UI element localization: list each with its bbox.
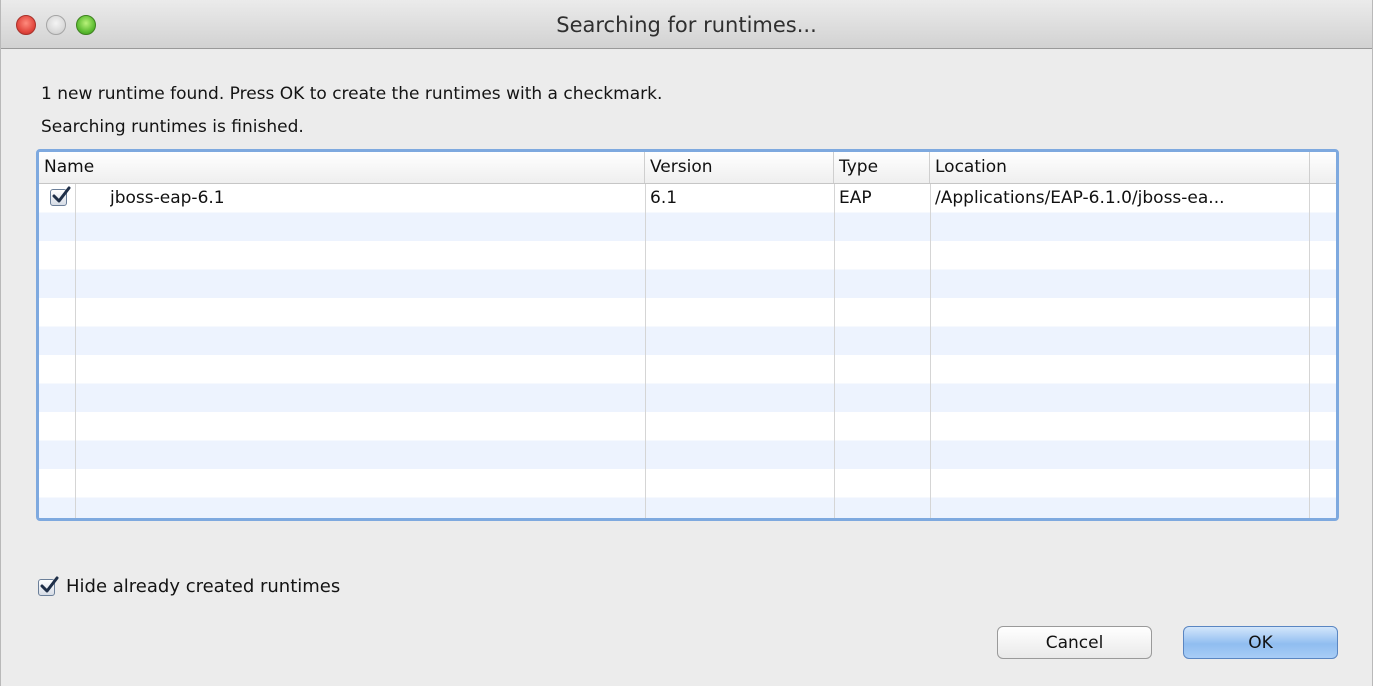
ok-button[interactable]: OK: [1183, 626, 1338, 659]
column-divider: [930, 184, 931, 518]
window-title: Searching for runtimes...: [556, 13, 817, 37]
row-checkbox[interactable]: [50, 186, 71, 206]
table-header: Name Version Type Location: [39, 152, 1336, 184]
found-message: 1 new runtime found. Press OK to create …: [41, 84, 663, 104]
column-header-name[interactable]: Name: [39, 152, 645, 183]
cancel-button[interactable]: Cancel: [997, 626, 1152, 659]
column-divider: [645, 184, 646, 518]
status-message: Searching runtimes is finished.: [41, 117, 304, 137]
runtime-name: jboss-eap-6.1: [110, 188, 225, 208]
runtime-type: EAP: [839, 188, 872, 208]
table-body: jboss-eap-6.1 6.1 EAP /Applications/EAP-…: [39, 184, 1336, 518]
runtime-search-dialog: Searching for runtimes... 1 new runtime …: [0, 0, 1373, 686]
checkmark-icon: [52, 186, 71, 203]
table-row[interactable]: jboss-eap-6.1 6.1 EAP /Applications/EAP-…: [39, 184, 1336, 212]
column-header-version[interactable]: Version: [645, 152, 834, 183]
column-divider: [75, 184, 76, 518]
checkmark-icon: [40, 576, 59, 593]
column-divider: [834, 184, 835, 518]
column-divider: [1309, 184, 1310, 518]
runtime-version: 6.1: [650, 188, 678, 208]
column-header-type[interactable]: Type: [834, 152, 930, 183]
column-header-location[interactable]: Location: [930, 152, 1310, 183]
hide-created-label[interactable]: Hide already created runtimes: [66, 576, 340, 597]
runtimes-table[interactable]: Name Version Type Location jboss-eap-6.1…: [36, 149, 1339, 521]
title-bar: Searching for runtimes...: [1, 0, 1372, 49]
hide-created-checkbox[interactable]: [38, 576, 59, 596]
runtime-location: /Applications/EAP-6.1.0/jboss-ea...: [935, 188, 1225, 208]
